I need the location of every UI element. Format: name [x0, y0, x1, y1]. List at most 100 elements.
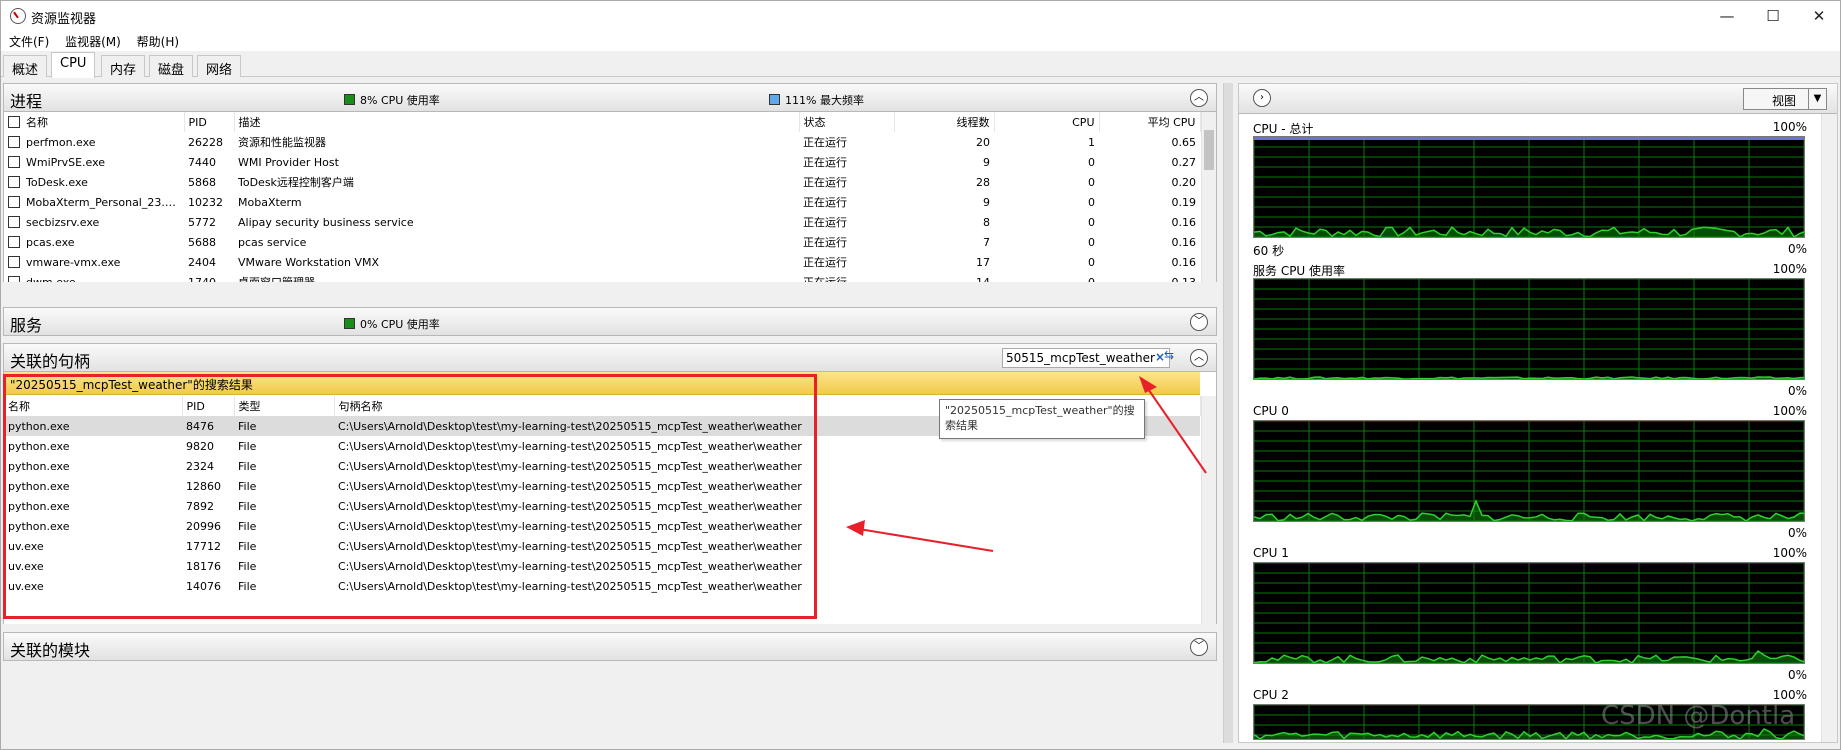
handle-cell: uv.exe: [8, 539, 44, 553]
handle-row[interactable]: python.exe 2324 File C:\Users\Arnold\Deskto…: [4, 456, 1200, 476]
process-checkbox[interactable]: [8, 235, 20, 248]
handle-row[interactable]: python.exe 7892 File C:\Users\Arnold\Deskto…: [4, 496, 1200, 516]
process-cell: 正在运行: [803, 136, 847, 149]
services-header[interactable]: 服务 0% CPU 使用率 ﹀: [3, 307, 1217, 336]
process-row[interactable]: perfmon.exe 26228 资源和性能监视器 正在运行 20 1 0.65: [4, 132, 1200, 152]
handle-row[interactable]: python.exe 12860 File C:\Users\Arnold\Deskt…: [4, 476, 1200, 496]
handle-cell: python.exe: [8, 459, 70, 473]
handle-cell: C:\Users\Arnold\Desktop\test\my-learning…: [338, 579, 802, 593]
process-row[interactable]: WmiPrvSE.exe 7440 WMI Provider Host 正在运行 9 0 0…: [4, 152, 1200, 172]
process-checkbox[interactable]: [8, 255, 20, 268]
tab-overview[interactable]: 概述: [3, 55, 48, 78]
handle-row[interactable]: python.exe 20996 File C:\Users\Arnold\Deskt…: [4, 516, 1200, 536]
cpu-usage-legend-icon: [344, 94, 355, 105]
process-column-header[interactable]: PID: [184, 112, 235, 132]
process-row[interactable]: pcas.exe 5688 pcas service 正在运行 7 0 0.16: [4, 232, 1200, 252]
process-column-header[interactable]: CPU: [994, 112, 1100, 132]
process-checkbox[interactable]: [8, 275, 20, 282]
process-cell: vmware-vmx.exe: [4, 252, 184, 272]
process-checkbox[interactable]: [8, 135, 20, 148]
handle-cell: uv.exe: [8, 559, 44, 573]
tab-memory[interactable]: 内存: [101, 55, 146, 78]
processes-header[interactable]: 进程 8% CPU 使用率 111% 最大频率 ︿: [3, 83, 1217, 112]
search-refresh-icon[interactable]: ⇆: [1164, 348, 1182, 368]
right-pane: › 视图 ▼ CPU - 总计 100% 0% 60 秒服务 CPU 使用率 100% 0…: [1238, 83, 1838, 743]
process-cell: 0.16: [1171, 235, 1197, 249]
handle-cell: File: [238, 459, 257, 473]
view-dropdown[interactable]: 视图 ▼: [1743, 88, 1827, 110]
process-column-header[interactable]: 描述: [234, 112, 800, 132]
collapse-handles-chevron-up-icon[interactable]: ︿: [1190, 349, 1208, 367]
process-checkbox[interactable]: [8, 195, 20, 208]
process-cell: 0: [1088, 235, 1095, 249]
process-cell: 0: [1088, 215, 1095, 229]
process-column-header[interactable]: 线程数: [894, 112, 995, 132]
graph-max-label: 100%: [1772, 262, 1807, 276]
process-cell: 5688: [188, 235, 216, 249]
handles-scrollbar[interactable]: [1201, 396, 1216, 624]
handle-row[interactable]: python.exe 9820 File C:\Users\Arnold\Deskto…: [4, 436, 1200, 456]
process-row[interactable]: ToDesk.exe 5868 ToDesk远程控制客户端 正在运行 28 0 0.20: [4, 172, 1200, 192]
process-cell: 26228: [188, 135, 223, 149]
handles-header[interactable]: 关联的句柄 50515_mcpTest_weather × ⇆ ︿: [3, 343, 1217, 372]
graph-label: 服务 CPU 使用率: [1253, 264, 1346, 278]
process-row[interactable]: dwm.exe 1740 桌面窗口管理器正在运行 14 0 0.13: [4, 272, 1200, 282]
process-cell: 0: [1088, 275, 1095, 283]
process-cell: 5772: [188, 215, 216, 229]
collapse-processes-chevron-up-icon[interactable]: ︿: [1190, 89, 1208, 107]
process-row[interactable]: secbizsrv.exe 5772 Alipay security busines…: [4, 212, 1200, 232]
graph-min-label: 0%: [1787, 668, 1807, 682]
handle-cell: File: [238, 559, 257, 573]
expand-graphs-chevron-right-icon[interactable]: ›: [1253, 89, 1271, 107]
handles-search-input[interactable]: 50515_mcpTest_weather ×: [1002, 348, 1170, 368]
minimize-button[interactable]: —: [1704, 1, 1750, 31]
menu-file[interactable]: 文件(F): [1, 31, 49, 50]
handle-column-header[interactable]: PID: [182, 396, 235, 416]
processes-scrollbar[interactable]: [1201, 112, 1216, 282]
tab-network[interactable]: 网络: [197, 55, 242, 78]
tab-disk[interactable]: 磁盘: [149, 55, 194, 78]
graphs-scrollbar[interactable]: [1821, 114, 1837, 742]
handles-title: 关联的句柄: [10, 352, 91, 371]
expand-modules-chevron-down-icon[interactable]: ﹀: [1190, 638, 1208, 656]
process-cell: 正在运行: [803, 156, 847, 169]
process-checkbox[interactable]: [8, 155, 20, 168]
close-button[interactable]: ✕: [1796, 1, 1841, 31]
process-checkbox[interactable]: [8, 215, 20, 228]
process-column-header[interactable]: 状态: [799, 112, 895, 132]
handle-row[interactable]: uv.exe 14076 File C:\Users\Arnold\Desktop\t…: [4, 576, 1200, 596]
menu-help[interactable]: 帮助(H): [129, 31, 179, 50]
tab-cpu[interactable]: CPU: [51, 52, 96, 78]
handle-column-header[interactable]: 类型: [234, 396, 335, 416]
handle-column-header[interactable]: 名称: [4, 396, 183, 416]
handle-row[interactable]: uv.exe 18176 File C:\Users\Arnold\Desktop\t…: [4, 556, 1200, 576]
modules-header[interactable]: 关联的模块 ﹀: [3, 632, 1217, 661]
process-cell: 正在运行: [803, 216, 847, 229]
handle-row[interactable]: uv.exe 17712 File C:\Users\Arnold\Desktop\t…: [4, 536, 1200, 556]
view-dropdown-arrow-icon[interactable]: ▼: [1808, 89, 1826, 109]
menu-monitor[interactable]: 监视器(M): [57, 31, 121, 50]
process-cell: 资源和性能监视器: [238, 136, 326, 149]
select-all-checkbox[interactable]: [8, 116, 20, 128]
maximize-button[interactable]: ☐: [1750, 1, 1796, 31]
resource-monitor-app-icon: [10, 8, 26, 24]
process-cell: 0.16: [1171, 255, 1197, 269]
process-checkbox[interactable]: [8, 175, 20, 188]
handle-cell: 17712: [186, 539, 221, 553]
graph-time-span-label: 60 秒: [1253, 244, 1285, 258]
process-cell: 1740: [188, 275, 216, 283]
process-cell: 28: [976, 175, 990, 189]
process-cell: 0.20: [1171, 175, 1197, 189]
process-cell: 0: [1088, 155, 1095, 169]
process-row[interactable]: MobaXterm_Personal_23.0.... 10232 MobaXter…: [4, 192, 1200, 212]
expand-services-chevron-down-icon[interactable]: ﹀: [1190, 313, 1208, 331]
process-column-header[interactable]: 名称: [4, 112, 185, 132]
view-label: 视图: [1772, 94, 1797, 108]
handle-cell: C:\Users\Arnold\Desktop\test\my-learning…: [338, 519, 802, 533]
process-row[interactable]: vmware-vmx.exe 2404 VMware Workstation VMX…: [4, 252, 1200, 272]
handle-cell: 7892: [186, 499, 214, 513]
pane-splitter[interactable]: [1220, 83, 1234, 743]
process-column-header[interactable]: 平均 CPU: [1099, 112, 1201, 132]
services-cpu-usage: 0% CPU 使用率: [344, 316, 440, 332]
graphs-header: › 视图 ▼: [1239, 84, 1837, 114]
